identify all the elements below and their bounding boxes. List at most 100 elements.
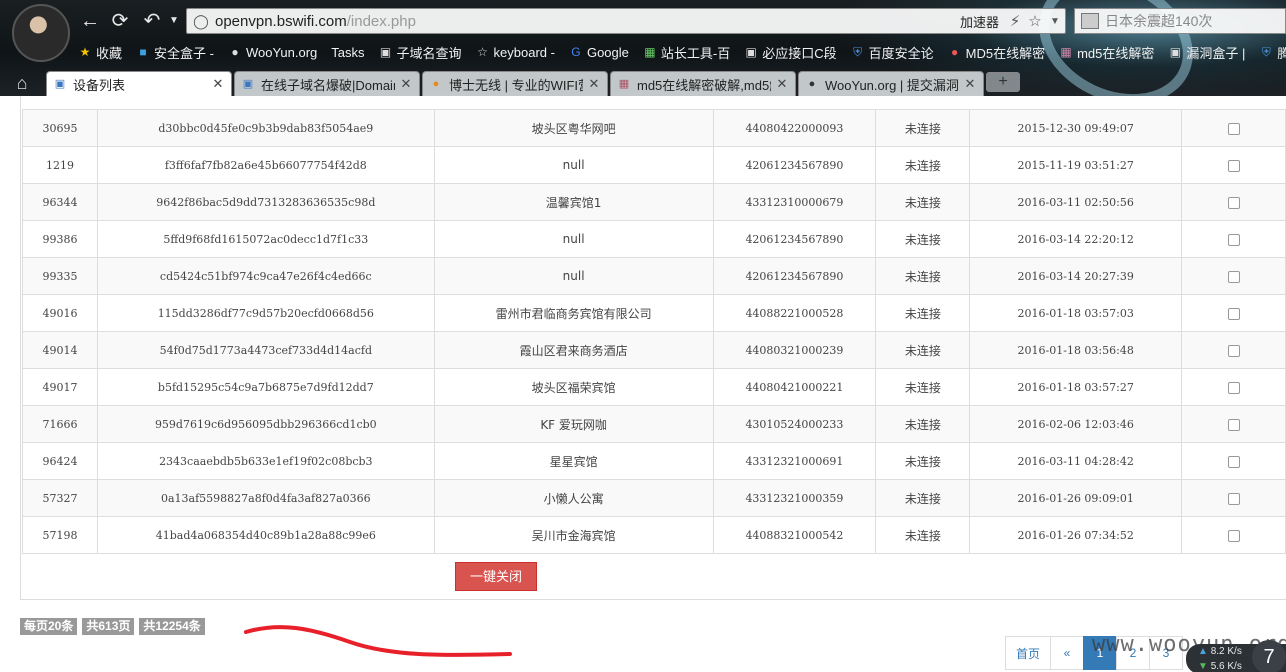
cell-id: 96344 <box>22 183 98 221</box>
home-icon[interactable]: ⌂ <box>10 72 34 94</box>
arrow-down-icon: ▼ <box>1198 661 1208 672</box>
cell-select <box>1181 109 1286 147</box>
cell-select <box>1181 405 1286 443</box>
bookmark-item[interactable]: ▣ 必应接口C段 <box>744 43 837 62</box>
url-host: openvpn.bswifi.com <box>215 12 347 30</box>
bookmark-label: 必应接口C段 <box>762 45 837 61</box>
tool-icon: ▦ <box>644 45 656 59</box>
cell-status: 未连接 <box>875 405 971 443</box>
close-icon[interactable]: ✕ <box>211 76 225 92</box>
table-row: 57198 41bad4a068354d40c89b1a28a88c99e6 吴川市… <box>22 516 1286 554</box>
row-checkbox[interactable] <box>1227 196 1240 209</box>
security-shield-icon: ◯ <box>193 13 209 29</box>
row-checkbox[interactable] <box>1227 418 1240 431</box>
bookmark-item[interactable]: ● WooYun.org <box>228 45 317 60</box>
bookmark-label: 子域名查询 <box>396 45 462 61</box>
table-row: 49014 54f0d75d1773a4473cef733d4d14acfd 霞山区… <box>22 331 1286 369</box>
cell-timestamp: 2015-11-19 03:51:27 <box>969 146 1183 184</box>
close-icon[interactable]: ✕ <box>587 76 601 92</box>
bookmarks-bar: ★ 收藏 ■ 安全盒子 - ● WooYun.org Tasks ▣ 子域名查询 ☆ ke… <box>78 42 1286 62</box>
accelerator-button[interactable]: 加速器 <box>960 12 999 31</box>
cell-status: 未连接 <box>875 331 971 369</box>
chevron-down-icon[interactable]: ▼ <box>162 8 186 34</box>
bookmark-item[interactable]: ▦ md5在线解密 <box>1059 43 1154 62</box>
cell-location-name: 温馨宾馆1 <box>433 183 714 221</box>
network-monitor[interactable]: ▲ 8.2 K/s ▼ 5.6 K/s 7 <box>1186 640 1286 672</box>
cell-place-code: 43312321000691 <box>712 442 877 480</box>
tab-wooyun[interactable]: ● WooYun.org | 提交漏洞 ✕ <box>798 71 984 96</box>
row-checkbox[interactable] <box>1227 492 1240 505</box>
tab-md5[interactable]: ▦ md5在线解密破解,md5解 ✕ <box>610 71 796 96</box>
bookmark-item[interactable]: ▣ 子域名查询 <box>379 43 462 62</box>
md5-icon: ● <box>951 45 959 59</box>
cell-select <box>1181 331 1286 369</box>
bookmark-label: 漏洞盒子 | <box>1186 45 1246 61</box>
user-avatar[interactable] <box>12 4 70 62</box>
search-input[interactable]: 日本余震超140次 <box>1105 11 1212 31</box>
bookmark-item[interactable]: ■ 安全盒子 - <box>136 43 214 62</box>
bookmark-label: 站长工具-百 <box>660 45 731 61</box>
bookmark-label: 收藏 <box>96 45 123 61</box>
total-records-badge: 共12254条 <box>139 618 205 635</box>
row-checkbox[interactable] <box>1227 159 1240 172</box>
row-checkbox[interactable] <box>1227 455 1240 468</box>
bookmark-item[interactable]: ▣ 漏洞盒子 | <box>1168 43 1246 62</box>
grid-icon: ▦ <box>1060 45 1072 59</box>
star-icon: ★ <box>79 45 91 59</box>
bookmark-item[interactable]: ☆ keyboard - <box>476 45 555 60</box>
cell-id: 1219 <box>22 146 98 184</box>
row-checkbox[interactable] <box>1227 381 1240 394</box>
cell-device-hash: 2343caaebdb5b633e1ef19f02c08bcb3 <box>96 442 435 480</box>
bookmark-item[interactable]: ★ 收藏 <box>78 43 122 62</box>
row-checkbox[interactable] <box>1227 233 1240 246</box>
bookmark-item[interactable]: ▦ 站长工具-百 <box>643 43 730 62</box>
lightning-icon[interactable]: ⚡ <box>1005 12 1025 30</box>
box-icon: ■ <box>139 45 147 59</box>
cell-select <box>1181 368 1286 406</box>
accelerator-badge[interactable]: 7 <box>1252 640 1286 672</box>
table-row: 96424 2343caaebdb5b633e1ef19f02c08bcb3 星星宾… <box>22 442 1286 480</box>
address-bar[interactable]: ◯ openvpn.bswifi.com /index.php 加速器 ⚡ ☆ … <box>186 8 1066 34</box>
bookmark-item[interactable]: G Google <box>569 45 629 60</box>
table-row: 49016 115dd3286df77c9d57b20ecfd0668d56 雷州市… <box>22 294 1286 332</box>
chevron-down-icon[interactable]: ▼ <box>1045 16 1065 27</box>
cell-place-code: 44088321000542 <box>712 516 877 554</box>
row-checkbox[interactable] <box>1227 122 1240 135</box>
close-icon[interactable]: ✕ <box>963 76 977 92</box>
cell-select <box>1181 220 1286 258</box>
new-tab-button[interactable]: + <box>986 72 1020 92</box>
undo-icon[interactable]: ↶ <box>140 8 164 34</box>
cell-place-code: 42061234567890 <box>712 220 877 258</box>
google-icon: G <box>571 45 581 59</box>
cell-location-name: 星星宾馆 <box>433 442 714 480</box>
close-icon[interactable]: ✕ <box>399 76 413 92</box>
bswifi-icon: ● <box>432 78 440 90</box>
close-all-button[interactable]: 一键关闭 <box>455 562 537 591</box>
cell-id: 30695 <box>22 109 98 147</box>
refresh-icon[interactable]: ⟳ <box>108 8 132 34</box>
cell-place-code: 44088221000528 <box>712 294 877 332</box>
tab-subdomain[interactable]: ▣ 在线子域名爆破|Domain ✕ <box>234 71 420 96</box>
row-checkbox[interactable] <box>1227 529 1240 542</box>
row-checkbox[interactable] <box>1227 270 1240 283</box>
row-checkbox[interactable] <box>1227 307 1240 320</box>
back-arrow-icon[interactable]: ← <box>78 8 102 34</box>
cell-status: 未连接 <box>875 516 971 554</box>
pagination-prev[interactable]: « <box>1050 636 1085 670</box>
row-checkbox[interactable] <box>1227 344 1240 357</box>
total-pages-badge: 共613页 <box>82 618 135 635</box>
cell-id: 49014 <box>22 331 98 369</box>
bookmark-item[interactable]: ⛨ 腾讯安全 <box>1259 43 1286 62</box>
star-icon[interactable]: ☆ <box>1025 12 1045 30</box>
search-bar[interactable]: 日本余震超140次 <box>1074 8 1286 34</box>
cell-location-name: 小懒人公寓 <box>433 479 714 517</box>
bookmark-item[interactable]: ⛨ 百度安全论 <box>851 43 934 62</box>
close-icon[interactable]: ✕ <box>775 76 789 92</box>
per-page-badge: 每页20条 <box>20 618 78 635</box>
tab-bswifi[interactable]: ● 博士无线 | 专业的WIFI营 ✕ <box>422 71 608 96</box>
bookmark-item[interactable]: Tasks <box>331 45 364 60</box>
bookmark-item[interactable]: ● MD5在线解密 <box>948 43 1045 62</box>
tab-device-list[interactable]: ▣ 设备列表 ✕ <box>46 71 232 96</box>
table-row: 30695 d30bbc0d45fe0c9b3b9dab83f5054ae9 坡头区… <box>22 109 1286 147</box>
pagination-first[interactable]: 首页 <box>1005 636 1052 670</box>
